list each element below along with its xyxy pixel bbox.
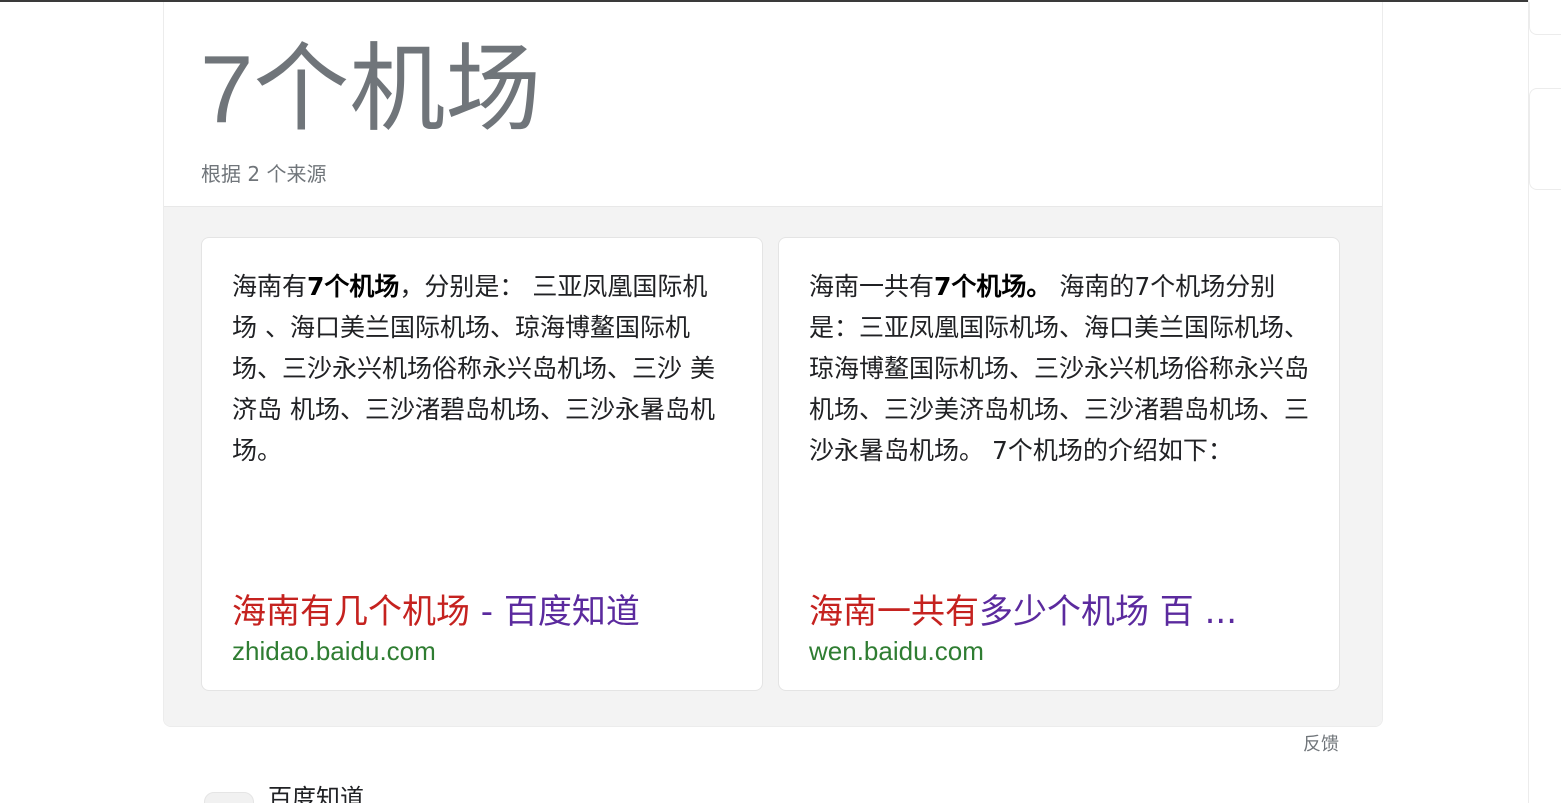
- source-card-1[interactable]: 海南有7个机场，分别是： 三亚凤凰国际机场 、海口美兰国际机场、琼海博鳌国际机场…: [201, 237, 763, 691]
- feedback-link[interactable]: 反馈: [1303, 732, 1339, 758]
- source-snippet: 海南有7个机场，分别是： 三亚凤凰国际机场 、海口美兰国际机场、琼海博鳌国际机场…: [232, 266, 732, 471]
- source-link-title[interactable]: 海南一共有多少个机场 百 ...: [809, 588, 1309, 636]
- snippet-text: 海南一共有: [809, 272, 935, 301]
- snippet-text: 海南有: [232, 272, 308, 301]
- rail-panel-top: [1529, 2, 1561, 35]
- next-search-result[interactable]: 百度知道: [204, 784, 804, 803]
- link-title-match: 海南有几个机场: [232, 592, 470, 632]
- source-snippet: 海南一共有7个机场。 海南的7个机场分别是：三亚凤凰国际机场、海口美兰国际机场、…: [809, 266, 1309, 471]
- link-title-rest: - 百度知道: [470, 592, 640, 632]
- rail-panel: [1529, 88, 1561, 190]
- answer-sources-area: 海南有7个机场，分别是： 三亚凤凰国际机场 、海口美兰国际机场、琼海博鳌国际机场…: [164, 207, 1382, 726]
- right-rail: [1528, 0, 1561, 803]
- featured-answer-card: 7个机场 根据 2 个来源 海南有7个机场，分别是： 三亚凤凰国际机场 、海口美…: [163, 2, 1383, 727]
- answer-title: 7个机场: [200, 36, 542, 143]
- answer-header: 7个机场 根据 2 个来源: [164, 2, 1382, 207]
- result-site-name[interactable]: 百度知道: [268, 784, 364, 803]
- snippet-highlight: 7个机场。: [934, 272, 1052, 301]
- source-domain: zhidao.baidu.com: [232, 636, 436, 666]
- link-title-rest: 多少个机场 百 ...: [979, 592, 1238, 632]
- snippet-highlight: 7个机场: [307, 272, 400, 301]
- source-domain: wen.baidu.com: [809, 636, 984, 666]
- source-link-title[interactable]: 海南有几个机场 - 百度知道: [232, 588, 732, 636]
- source-card-2[interactable]: 海南一共有7个机场。 海南的7个机场分别是：三亚凤凰国际机场、海口美兰国际机场、…: [778, 237, 1340, 691]
- answer-source-count: 根据 2 个来源: [201, 162, 327, 186]
- site-favicon-icon: [204, 792, 254, 803]
- link-title-match: 海南一共有: [809, 592, 979, 632]
